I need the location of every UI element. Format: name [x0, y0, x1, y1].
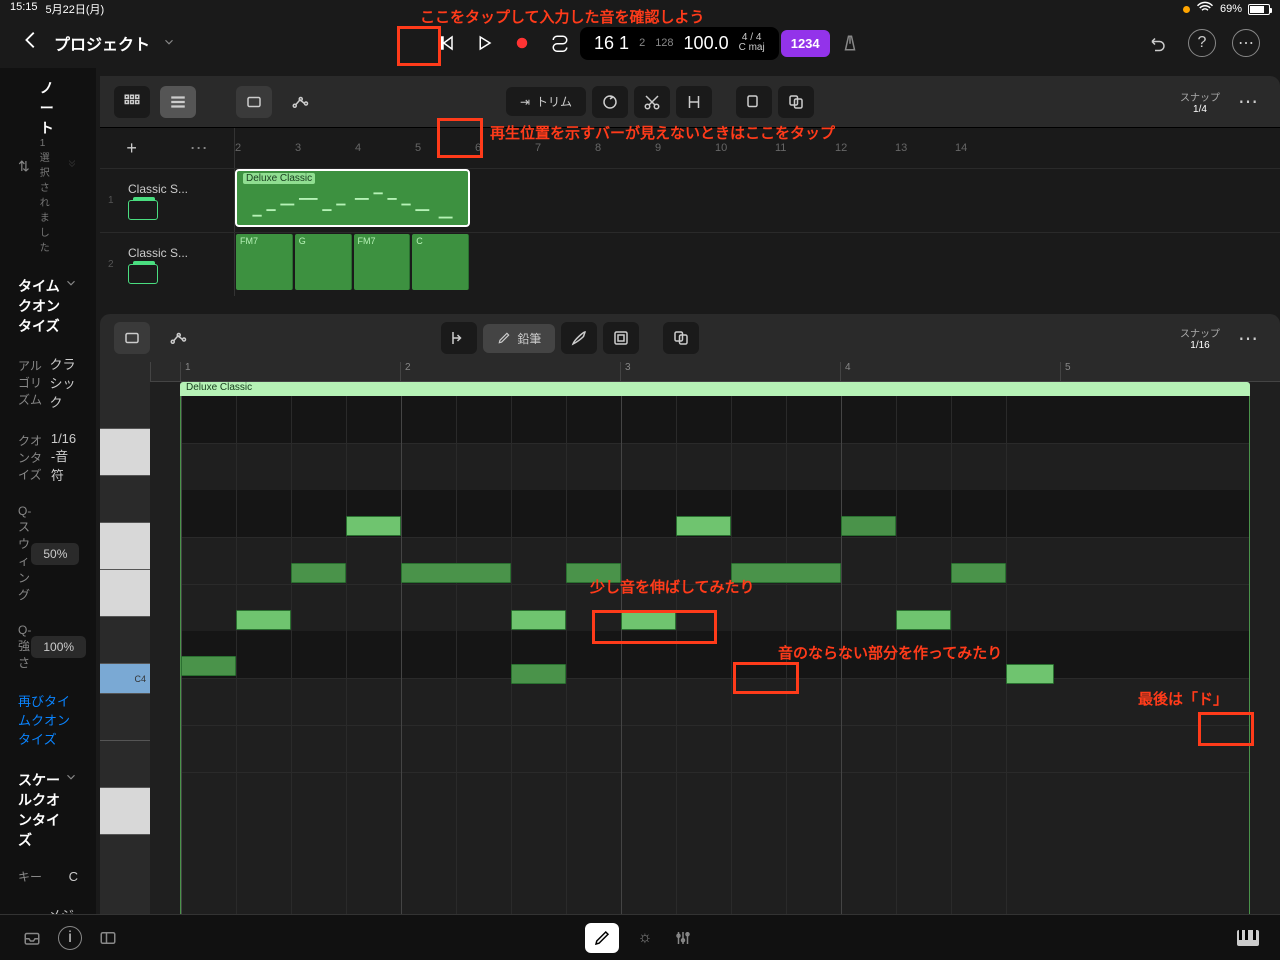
- marquee-button[interactable]: [236, 86, 272, 118]
- quant-label: クオンタイズ: [18, 432, 51, 483]
- tracks-ruler[interactable]: 234 567 8910 111213 14: [235, 128, 1280, 168]
- chord-region[interactable]: FM7 G FM7 C: [235, 233, 470, 291]
- inspector-sidebar: ⇅ ノート 1 選択されました タイムクオンタイズ アルゴリズムクラシック クオ…: [0, 68, 96, 938]
- list-view-button[interactable]: [160, 86, 196, 118]
- re-time-quantize[interactable]: 再びタイムクオンタイズ: [18, 681, 78, 758]
- bottom-bar: i ☼: [0, 914, 1280, 960]
- chevron-down-icon[interactable]: [162, 35, 176, 52]
- trim-button[interactable]: ⇥トリム: [506, 87, 586, 116]
- join-button[interactable]: [676, 86, 712, 118]
- help-icon[interactable]: ?: [1188, 29, 1216, 57]
- snap-select[interactable]: スナップ 1/4: [1180, 89, 1220, 115]
- track-options-button[interactable]: ⋯: [190, 138, 208, 159]
- editor-snap-select[interactable]: スナップ 1/16: [1180, 325, 1220, 351]
- strength-value[interactable]: 100%: [31, 636, 86, 658]
- goto-start-button[interactable]: [428, 25, 464, 61]
- piano-icon: [128, 264, 158, 284]
- info-icon[interactable]: i: [58, 926, 82, 950]
- lcd-display[interactable]: 16 1 2 128 100.0 4 / 4C maj: [580, 27, 779, 60]
- copy-button[interactable]: [736, 86, 772, 118]
- section-scale-quantize[interactable]: スケールクオンタイズ: [18, 758, 78, 858]
- cycle-button[interactable]: [542, 25, 578, 61]
- algo-label: アルゴリズム: [18, 357, 50, 408]
- metronome-button[interactable]: [832, 25, 868, 61]
- location-icon: [1183, 6, 1190, 13]
- track-row[interactable]: 1 Classic S... Deluxe Classic: [100, 168, 1280, 232]
- swing-label: Q-スウィング: [18, 504, 31, 603]
- status-bar: 15:155月22日(月) 69%: [0, 0, 1280, 18]
- wifi-icon: [1196, 0, 1214, 20]
- more-button[interactable]: ⋯: [1230, 86, 1266, 118]
- key-label: キー: [18, 868, 42, 885]
- editor-toolbar: 鉛筆 スナップ 1/16 ⋯: [100, 314, 1280, 362]
- paste-button[interactable]: [778, 86, 814, 118]
- algo-value[interactable]: クラシック: [50, 354, 78, 411]
- back-icon[interactable]: [20, 29, 42, 57]
- count-in-button[interactable]: 1234: [781, 30, 830, 57]
- chevron-icon[interactable]: [66, 159, 78, 174]
- brightness-icon[interactable]: ☼: [633, 926, 657, 950]
- midi-region[interactable]: Deluxe Classic: [235, 169, 470, 227]
- inspector-title: ノート: [40, 78, 56, 138]
- keyboard-icon[interactable]: [1236, 926, 1260, 950]
- more-icon[interactable]: ⋯: [1232, 29, 1260, 57]
- edit-mode-button[interactable]: [585, 923, 619, 953]
- quant-value[interactable]: 1/16 -音符: [51, 431, 78, 484]
- mixer-icon[interactable]: [671, 926, 695, 950]
- paste-button[interactable]: [663, 322, 699, 354]
- add-track-button[interactable]: +: [126, 138, 137, 159]
- piano-roll-editor: 鉛筆 スナップ 1/16 ⋯ C4: [100, 314, 1280, 938]
- insert-button[interactable]: [441, 322, 477, 354]
- region-view-button[interactable]: [114, 322, 150, 354]
- undo-icon[interactable]: [1144, 29, 1172, 57]
- swing-value[interactable]: 50%: [31, 543, 79, 565]
- pencil-tool-button[interactable]: 鉛筆: [483, 324, 555, 353]
- section-time-quantize[interactable]: タイムクオンタイズ: [18, 264, 78, 344]
- key-c4: C4: [100, 664, 150, 694]
- brush-button[interactable]: [561, 322, 597, 354]
- project-title[interactable]: プロジェクト: [54, 31, 150, 55]
- strength-label: Q-強さ: [18, 623, 31, 671]
- key-value[interactable]: C: [69, 869, 78, 884]
- view-button[interactable]: [603, 322, 639, 354]
- inbox-icon[interactable]: [20, 926, 44, 950]
- cut-button[interactable]: [634, 86, 670, 118]
- loop-button[interactable]: [592, 86, 628, 118]
- play-button[interactable]: [466, 25, 502, 61]
- track-row[interactable]: 2 Classic S... FM7 G FM7 C: [100, 232, 1280, 296]
- app-header: プロジェクト 16 1 2 128 100.0 4 / 4C maj 1234 …: [0, 18, 1280, 68]
- updown-icon[interactable]: ⇅: [18, 158, 30, 175]
- grid-view-button[interactable]: [114, 86, 150, 118]
- battery-icon: [1248, 4, 1270, 15]
- editor-more-button[interactable]: ⋯: [1230, 322, 1266, 354]
- piano-roll-grid[interactable]: 12 34 5 Deluxe Classic: [150, 362, 1280, 938]
- piano-icon: [128, 200, 158, 220]
- editor-region-header: Deluxe Classic: [180, 382, 1250, 396]
- transport: 16 1 2 128 100.0 4 / 4C maj 1234: [428, 25, 868, 61]
- panel-icon[interactable]: [96, 926, 120, 950]
- record-button[interactable]: [504, 25, 540, 61]
- piano-keys[interactable]: C4: [100, 362, 150, 938]
- tracks-toolbar: ⇥トリム スナップ 1/4 ⋯: [100, 76, 1280, 128]
- automation-button[interactable]: [282, 86, 318, 118]
- automation-view-button[interactable]: [160, 322, 196, 354]
- editor-ruler[interactable]: 12 34 5: [150, 362, 1280, 382]
- tracks-area: + ⋯ 234 567 8910 111213 14 1 Classic S..…: [100, 128, 1280, 306]
- inspector-subtitle: 1 選択されました: [40, 138, 56, 254]
